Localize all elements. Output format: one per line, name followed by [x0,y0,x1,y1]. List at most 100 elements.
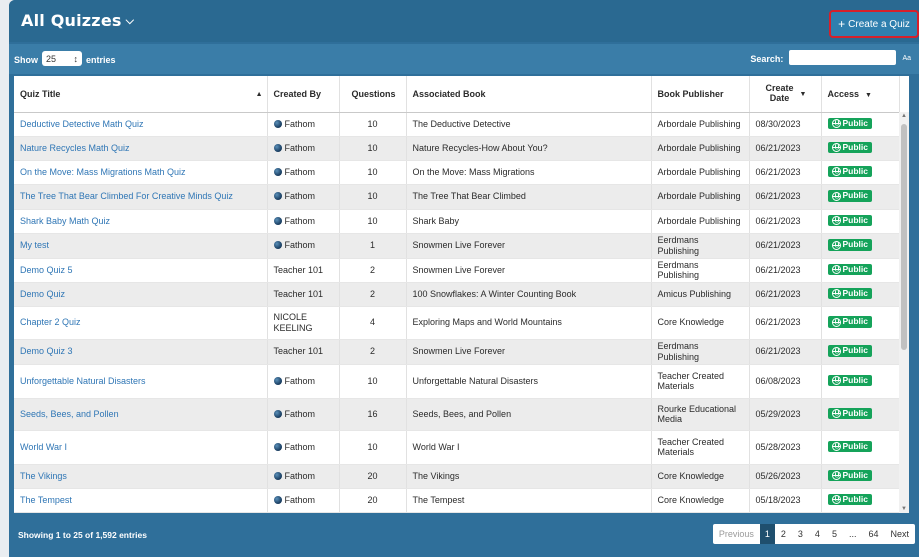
table-row[interactable]: Demo Quiz 5 Teacher 101 2 Snowmen Live Fore… [14,258,900,283]
public-badge[interactable]: Public [827,440,873,453]
quiz-title-link[interactable]: My test [14,233,268,259]
table-row[interactable]: Seeds, Bees, and Pollen Fathom 16 Seeds, Be… [14,398,900,431]
quiz-title-link[interactable]: On the Move: Mass Migrations Math Quiz [14,160,268,185]
public-badge[interactable]: Public [827,316,873,328]
associated-book-cell: Exploring Maps and World Mountains [406,306,652,340]
fathom-logo-icon [273,442,282,451]
public-badge[interactable]: Public [827,493,873,506]
entries-select[interactable]: 25 ↕ [42,51,82,66]
created-by-cell: Teacher 101 [267,282,340,307]
quiz-title-link[interactable]: Unforgettable Natural Disasters [14,364,268,399]
aa-icon: Aa [902,55,911,62]
quiz-title-link[interactable]: Nature Recycles Math Quiz [14,136,268,161]
creator-name: Teacher 101 [273,264,324,275]
table-row[interactable]: The Vikings Fathom 20 The Vikings Core Knowl… [14,464,900,489]
table-row[interactable]: Chapter 2 Quiz NICOLE KEELING 4 Exploring M… [14,306,900,340]
column-header-access[interactable]: Access ▼ [821,76,900,113]
table-row[interactable]: World War I Fathom 10 World War I Teacher Cr… [14,430,900,465]
access-label: Public [842,239,869,250]
quiz-title-link[interactable]: Chapter 2 Quiz [14,306,268,340]
table-row[interactable]: Deductive Detective Math Quiz Fathom 10 The… [14,112,900,137]
chevron-down-icon: ⌵ [125,14,135,27]
created-by-cell: Fathom [267,184,340,210]
public-badge[interactable]: Public [827,141,873,154]
associated-book-cell: World War I [406,430,652,465]
quiz-title-link[interactable]: Demo Quiz 3 [14,339,268,365]
table-row[interactable]: On the Move: Mass Migrations Math Quiz Fa… [14,160,900,185]
scroll-down-icon[interactable]: ▼ [901,506,907,512]
page-title[interactable]: All Quizzes ⌵ [21,11,134,30]
previous-page-button[interactable]: Previous [713,524,760,544]
quiz-title-link[interactable]: World War I [14,430,268,465]
public-badge[interactable]: Public [827,287,873,300]
page-button-5[interactable]: 5 [826,524,843,544]
quiz-title-link[interactable]: Shark Baby Math Quiz [14,209,268,234]
column-header-book-publisher[interactable]: Book Publisher [651,76,750,113]
book-publisher-cell: Teacher Created Materials [651,430,750,465]
table-row[interactable]: The Tempest Fathom 20 The Tempest Core Knowl… [14,488,900,513]
public-badge[interactable]: Public [827,374,873,387]
created-by-cell: NICOLE KEELING [267,306,340,340]
table-header-row: Quiz Title ▲ Created By Questions Associa… [14,76,900,113]
table-row[interactable]: Demo Quiz Teacher 101 2 100 Snowflakes: A W… [14,282,900,307]
table-row[interactable]: Shark Baby Math Quiz Fathom 10 Shark Baby Ar… [14,209,900,234]
page-button-2[interactable]: 2 [775,524,792,544]
table-row[interactable]: Nature Recycles Math Quiz Fathom 10 Nature … [14,136,900,161]
search-label: Search: [750,53,784,64]
table-row[interactable]: Unforgettable Natural Disasters Fathom 10 U… [14,364,900,399]
page-button-4[interactable]: 4 [809,524,826,544]
quiz-title-link[interactable]: Demo Quiz 5 [14,258,268,283]
create-quiz-button[interactable]: + Create a Quiz [829,10,919,38]
quiz-title-link[interactable]: The Tree That Bear Climbed For Creative … [14,184,268,210]
public-badge[interactable]: Public [827,214,873,227]
book-publisher-cell: Arbordale Publishing [651,112,750,137]
scroll-up-icon[interactable]: ▲ [901,113,907,119]
creator-name: Fathom [284,470,316,481]
access-cell: Public [821,209,900,234]
created-by-cell: Fathom [267,112,340,137]
page-button-64[interactable]: 64 [862,524,884,544]
access-cell: Public [821,258,900,283]
search-input[interactable] [789,50,897,65]
column-header-associated-book[interactable]: Associated Book [406,76,652,113]
public-badge[interactable]: Public [827,117,873,130]
column-header-quiz-title[interactable]: Quiz Title ▲ [14,76,268,113]
public-badge[interactable]: Public [827,239,873,251]
entries-control: Show 25 ↕ entries [14,51,116,66]
next-page-button[interactable]: Next [884,524,915,544]
public-badge[interactable]: Public [827,263,873,276]
column-header-created-by[interactable]: Created By [267,76,340,113]
column-header-questions[interactable]: Questions [339,76,407,113]
page-title-text: All Quizzes [21,11,122,30]
page-button-3[interactable]: 3 [792,524,809,544]
scrollbar-thumb[interactable] [901,124,907,350]
associated-book-cell: The Tree That Bear Climbed [406,184,652,210]
creator-name: Fathom [284,240,316,251]
public-badge[interactable]: Public [827,165,873,178]
public-badge[interactable]: Public [827,345,873,357]
plus-icon: + [838,17,846,31]
table-row[interactable]: The Tree That Bear Climbed For Creative … [14,184,900,210]
book-publisher-cell: Eerdmans Publishing [651,339,750,365]
table-row[interactable]: My test Fathom 1 Snowmen Live Forever Eerdma… [14,233,900,259]
quiz-title-link[interactable]: The Vikings [14,464,268,489]
questions-cell: 20 [339,464,407,489]
create-date-cell: 06/21/2023 [749,233,822,259]
quiz-title-link[interactable]: Demo Quiz [14,282,268,307]
access-cell: Public [821,464,900,489]
quiz-title-link[interactable]: Seeds, Bees, and Pollen [14,398,268,431]
column-header-create-date[interactable]: Create Date ▼ [749,76,822,113]
globe-icon [831,167,841,177]
page-button-1[interactable]: 1 [759,524,775,544]
table-scrollbar[interactable]: ▲ ▼ [899,112,909,513]
table-row[interactable]: Demo Quiz 3 Teacher 101 2 Snowmen Live Fore… [14,339,900,365]
created-by-cell: Fathom [267,160,340,185]
public-badge[interactable]: Public [827,469,873,482]
public-badge[interactable]: Public [827,407,873,420]
entries-select-value: 25 [46,53,57,64]
book-publisher-cell: Core Knowledge [651,306,750,340]
quiz-title-link[interactable]: The Tempest [14,488,268,513]
page-ellipsis: ... [848,529,857,539]
quiz-title-link[interactable]: Deductive Detective Math Quiz [14,112,268,137]
public-badge[interactable]: Public [827,190,873,202]
